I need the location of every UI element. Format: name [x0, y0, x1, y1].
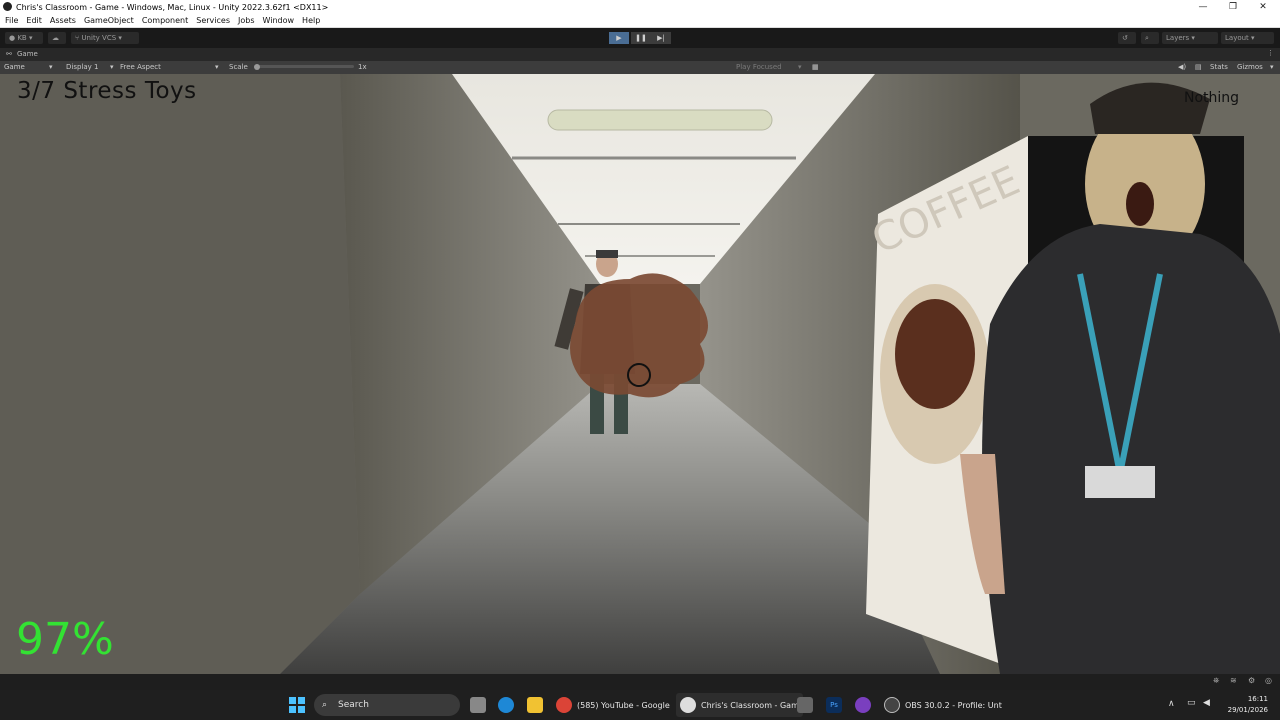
layers-label: Layers — [1166, 34, 1190, 42]
unity-icon — [680, 697, 696, 713]
gizmos-arrow-icon: ▾ — [1270, 63, 1274, 71]
unity-hub-icon[interactable] — [797, 697, 813, 713]
account-label: KB — [17, 34, 27, 42]
stamina-percent: 97% — [16, 614, 114, 665]
scale-slider-handle[interactable] — [254, 64, 260, 70]
aspect-dropdown-arrow-icon: ▾ — [215, 63, 219, 71]
play-icon: ▶ — [616, 34, 622, 42]
status-icon-c[interactable]: ⚙ — [1248, 676, 1255, 685]
layout-label: Layout — [1225, 34, 1249, 42]
network-icon[interactable]: ▭ — [1187, 698, 1196, 708]
window-title: Chris's Classroom - Game - Windows, Mac,… — [16, 2, 329, 12]
history-button[interactable]: ↺ — [1118, 32, 1136, 44]
stats-button[interactable]: Stats — [1210, 63, 1228, 71]
taskbar-clock[interactable]: 16:11 29/01/2026 — [1228, 694, 1268, 716]
corridor-scene: COFFEE — [0, 74, 1280, 674]
display-dropdown[interactable]: Display 1 — [66, 63, 98, 71]
gizmos-button[interactable]: Gizmos — [1237, 63, 1263, 71]
account-dropdown[interactable]: ● KB ▾ — [5, 32, 43, 44]
volume-icon[interactable]: ◀ — [1203, 698, 1210, 708]
mode-dropdown-arrow-icon: ▾ — [49, 63, 53, 71]
render-options-icon[interactable]: ▤ — [1195, 63, 1202, 71]
aspect-dropdown[interactable]: Free Aspect — [120, 63, 161, 71]
pause-icon: ❚❚ — [635, 34, 647, 42]
menu-jobs[interactable]: Jobs — [238, 16, 255, 25]
scale-slider[interactable] — [254, 65, 354, 68]
stress-toys-counter: 3/7 Stress Toys — [17, 78, 197, 104]
status-icon-b[interactable]: ≋ — [1230, 676, 1237, 685]
chrome-icon — [556, 697, 572, 713]
scale-value: 1x — [358, 63, 367, 71]
play-focused-dropdown[interactable]: Play Focused — [736, 63, 782, 71]
menu-gameobject[interactable]: GameObject — [84, 16, 134, 25]
unity-logo-icon — [3, 2, 12, 11]
edge-icon[interactable] — [498, 697, 514, 713]
menu-edit[interactable]: Edit — [26, 16, 42, 25]
file-explorer-icon[interactable] — [527, 697, 543, 713]
taskbar-search-label: Search — [338, 700, 369, 710]
taskbar-obs-label: OBS 30.0.2 - Profile: Unt — [905, 700, 1002, 710]
speaker-icon[interactable]: ◀) — [1178, 63, 1186, 71]
mode-dropdown[interactable]: Game — [4, 63, 25, 71]
taskbar-chrome-label: (585) YouTube - Google — [577, 700, 670, 710]
play-focused-arrow-icon: ▾ — [798, 63, 802, 71]
game-view-toolbar: Game ▾ Display 1 ▾ Free Aspect ▾ Scale 1… — [0, 61, 1280, 74]
game-tab-icon: ⚯ — [6, 50, 12, 58]
taskbar-unity[interactable]: Chris's Classroom - Gam — [676, 693, 803, 717]
step-icon: ▶| — [657, 34, 665, 42]
cloud-icon: ☁ — [52, 34, 59, 42]
taskbar-obs[interactable]: OBS 30.0.2 - Profile: Unt — [884, 693, 1002, 717]
search-glass-icon: ⌕ — [322, 700, 328, 710]
menu-services[interactable]: Services — [196, 16, 230, 25]
search-icon: ⌕ — [1145, 34, 1149, 42]
mute-audio-icon[interactable]: ▦ — [812, 63, 819, 71]
tab-game[interactable]: Game — [17, 50, 38, 58]
scale-label: Scale — [229, 63, 248, 71]
window-title-bar: Chris's Classroom - Game - Windows, Mac,… — [0, 0, 1280, 14]
tray-overflow-icon[interactable]: ∧ — [1168, 699, 1175, 709]
close-button[interactable]: ✕ — [1248, 0, 1278, 14]
step-button[interactable]: ▶| — [651, 32, 671, 44]
tab-bar: ⚯ Game ⋮ — [0, 48, 1280, 61]
task-view-icon[interactable] — [470, 697, 486, 713]
windows-start-icon[interactable] — [289, 697, 305, 713]
play-button[interactable]: ▶ — [609, 32, 629, 44]
cloud-button[interactable]: ☁ — [48, 32, 66, 44]
menu-component[interactable]: Component — [142, 16, 188, 25]
menu-help[interactable]: Help — [302, 16, 320, 25]
os-taskbar: ⌕ Search (585) YouTube - Google Chris's … — [0, 690, 1280, 720]
tab-menu-icon[interactable]: ⋮ — [1267, 49, 1274, 57]
menu-file[interactable]: File — [5, 16, 18, 25]
menu-assets[interactable]: Assets — [50, 16, 76, 25]
layout-dropdown[interactable]: Layout ▾ — [1221, 32, 1274, 44]
layers-dropdown[interactable]: Layers ▾ — [1162, 32, 1218, 44]
history-icon: ↺ — [1122, 34, 1128, 42]
clock-time: 16:11 — [1247, 695, 1268, 703]
github-icon[interactable] — [855, 697, 871, 713]
clock-date: 29/01/2026 — [1227, 706, 1268, 714]
menu-bar: File Edit Assets GameObject Component Se… — [0, 14, 1280, 28]
game-viewport[interactable]: COFFEE 3/7 Stress Toys Nothing 97% — [0, 74, 1280, 674]
menu-window[interactable]: Window — [263, 16, 295, 25]
status-icon-d[interactable]: ◎ — [1265, 676, 1272, 685]
aspect-arrow-icon: ▾ — [110, 63, 114, 71]
status-icon-a[interactable]: ⛯ — [1213, 676, 1219, 686]
taskbar-search[interactable]: ⌕ Search — [314, 694, 460, 716]
maximize-button[interactable]: ❐ — [1218, 0, 1248, 14]
status-strip: ⛯ ≋ ⚙ ◎ — [0, 674, 1280, 690]
search-button[interactable]: ⌕ — [1141, 32, 1159, 44]
taskbar-unity-label: Chris's Classroom - Gam — [701, 700, 799, 710]
obs-icon — [884, 697, 900, 713]
pause-button[interactable]: ❚❚ — [631, 32, 651, 44]
editor-toolbar: ● KB ▾ ☁ ⑂ Unity VCS ▾ ▶ ❚❚ ▶| ↺ ⌕ Layer… — [0, 28, 1280, 48]
taskbar-chrome[interactable]: (585) YouTube - Google — [556, 693, 670, 717]
vcs-dropdown[interactable]: ⑂ Unity VCS ▾ — [71, 32, 139, 44]
photoshop-icon[interactable]: Ps — [826, 697, 842, 713]
minimize-button[interactable]: — — [1188, 0, 1218, 14]
vcs-label: Unity VCS — [81, 34, 117, 42]
held-item-label: Nothing — [1184, 90, 1240, 106]
